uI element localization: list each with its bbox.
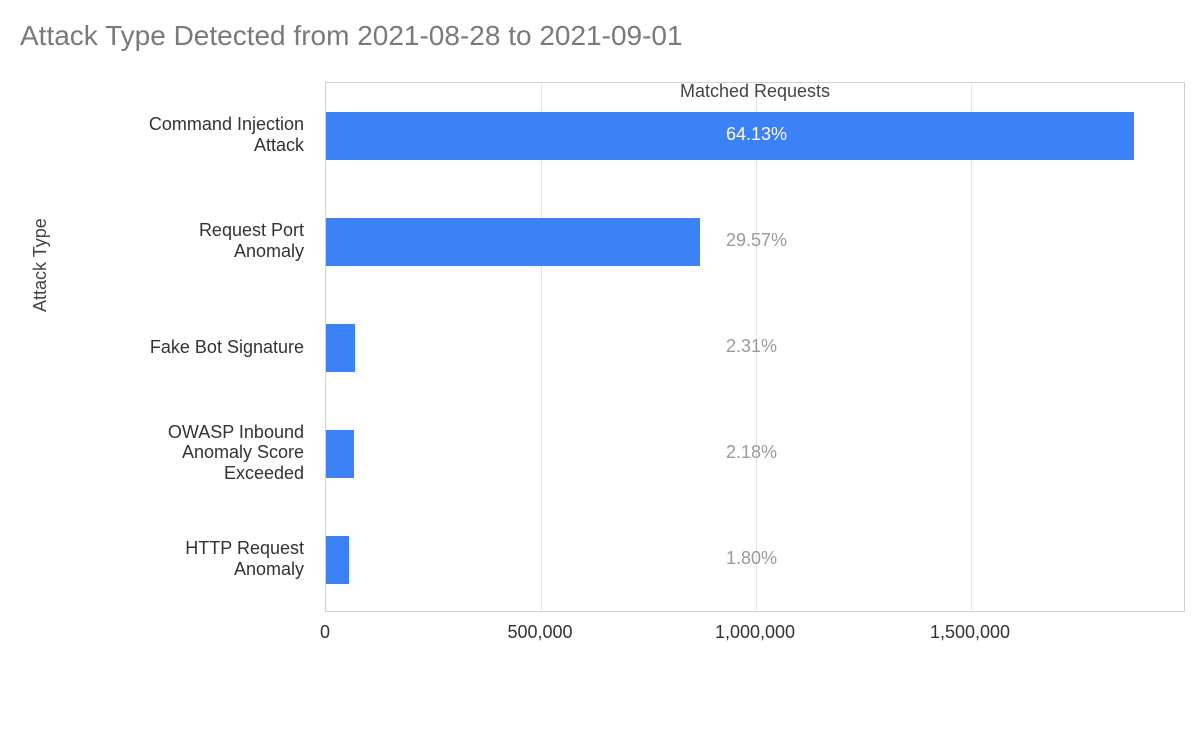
bar xyxy=(326,536,349,584)
plot-area: 64.13% 29.57% 2.31% 2.18% 1.80% xyxy=(325,82,1185,612)
bar-row: 64.13% xyxy=(326,112,1186,160)
bar-percent-label: 2.31% xyxy=(726,336,777,357)
bar-percent-label: 1.80% xyxy=(726,548,777,569)
y-tick-label: Fake Bot Signature xyxy=(54,337,304,358)
chart-plot: Attack Type 64.13%29.57%2.31%2.18%1.80% … xyxy=(20,62,1180,702)
x-tick-label: 500,000 xyxy=(507,622,572,643)
x-tick-label: 0 xyxy=(320,622,330,643)
y-tick-label: HTTP RequestAnomaly xyxy=(54,538,304,579)
x-tick-label: 1,500,000 xyxy=(930,622,1010,643)
y-tick-label: Request PortAnomaly xyxy=(54,220,304,261)
y-axis-title: Attack Type xyxy=(30,218,51,312)
y-tick-label: OWASP InboundAnomaly ScoreExceeded xyxy=(54,422,304,484)
bar xyxy=(326,218,700,266)
chart-title: Attack Type Detected from 2021-08-28 to … xyxy=(20,20,1190,52)
chart-container: Attack Type Detected from 2021-08-28 to … xyxy=(0,0,1200,742)
x-tick-label: 1,000,000 xyxy=(715,622,795,643)
bar-row: 2.18% xyxy=(326,430,1186,478)
bar-percent-label: 29.57% xyxy=(726,230,787,251)
bar xyxy=(326,430,354,478)
x-axis-title: Matched Requests xyxy=(325,81,1185,102)
bar-row: 29.57% xyxy=(326,218,1186,266)
bar-percent-label: 2.18% xyxy=(726,442,777,463)
y-tick-label: Command InjectionAttack xyxy=(54,114,304,155)
bar-row: 1.80% xyxy=(326,536,1186,584)
bar-row: 2.31% xyxy=(326,324,1186,372)
bar xyxy=(326,324,355,372)
bar-percent-label: 64.13% xyxy=(726,124,787,145)
